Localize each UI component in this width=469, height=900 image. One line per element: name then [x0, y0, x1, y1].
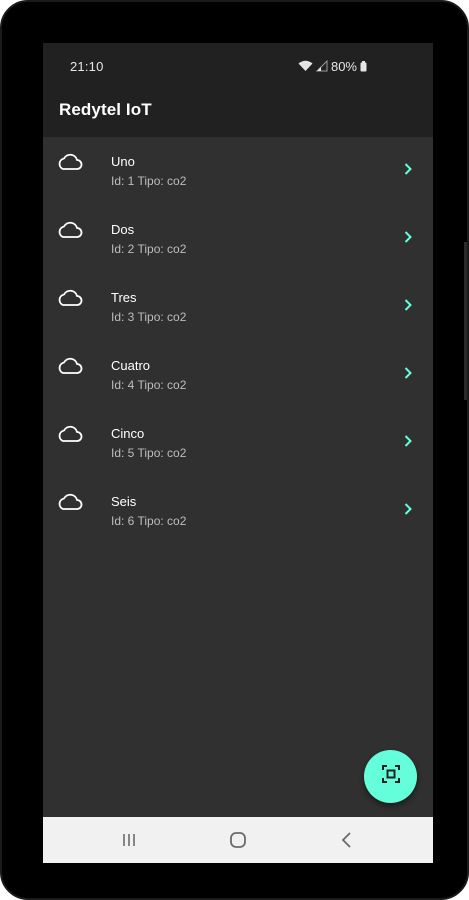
device-list-item[interactable]: Cinco Id: 5 Tipo: co2: [43, 409, 433, 477]
device-name: Uno: [111, 154, 135, 169]
qr-scan-icon: [381, 764, 401, 789]
status-time: 21:10: [70, 59, 104, 74]
device-subtitle: Id: 5 Tipo: co2: [111, 446, 187, 460]
cloud-icon: [57, 288, 83, 308]
app-title: Redytel IoT: [59, 100, 152, 119]
scan-fab-button[interactable]: [364, 750, 417, 803]
cloud-icon: [57, 424, 83, 444]
chevron-right-icon: [403, 366, 413, 380]
battery-level: 80%: [330, 58, 357, 74]
device-subtitle: Id: 4 Tipo: co2: [111, 378, 187, 392]
wifi-icon: [298, 60, 313, 72]
screen: 21:10 80% Redytel IoT Uno Id: 1 Tipo: co…: [43, 43, 433, 863]
device-list-item[interactable]: Uno Id: 1 Tipo: co2: [43, 137, 433, 205]
device-list-item[interactable]: Seis Id: 6 Tipo: co2: [43, 477, 433, 545]
device-subtitle: Id: 1 Tipo: co2: [111, 174, 187, 188]
device-name: Cuatro: [111, 358, 151, 373]
back-icon[interactable]: [337, 830, 357, 850]
recent-apps-icon[interactable]: [119, 830, 139, 850]
home-icon[interactable]: [228, 830, 248, 850]
signal-icon: [315, 60, 328, 72]
cloud-icon: [57, 356, 83, 376]
device-subtitle: Id: 3 Tipo: co2: [111, 310, 187, 324]
device-subtitle: Id: 6 Tipo: co2: [111, 514, 187, 528]
status-icons: 80%: [298, 57, 367, 75]
status-bar: 21:10 80%: [43, 43, 433, 83]
chevron-right-icon: [403, 230, 413, 244]
chevron-right-icon: [403, 434, 413, 448]
device-list-item[interactable]: Tres Id: 3 Tipo: co2: [43, 273, 433, 341]
cloud-icon: [57, 152, 83, 172]
device-list-item[interactable]: Cuatro Id: 4 Tipo: co2: [43, 341, 433, 409]
device-name: Tres: [111, 290, 137, 305]
battery-icon: [360, 60, 367, 72]
device-name: Dos: [111, 222, 135, 237]
device-subtitle: Id: 2 Tipo: co2: [111, 242, 187, 256]
device-list: Uno Id: 1 Tipo: co2 Dos Id: 2 Tipo: co2: [43, 137, 433, 545]
chevron-right-icon: [403, 502, 413, 516]
side-scroll-indicator: [464, 242, 467, 400]
chevron-right-icon: [403, 298, 413, 312]
system-nav-bar: [43, 817, 433, 863]
device-list-item[interactable]: Dos Id: 2 Tipo: co2: [43, 205, 433, 273]
chevron-right-icon: [403, 162, 413, 176]
device-name: Seis: [111, 494, 137, 509]
cloud-icon: [57, 220, 83, 240]
cloud-icon: [57, 492, 83, 512]
app-bar: Redytel IoT: [43, 83, 433, 137]
phone-frame: 21:10 80% Redytel IoT Uno Id: 1 Tipo: co…: [0, 0, 469, 900]
device-name: Cinco: [111, 426, 145, 441]
